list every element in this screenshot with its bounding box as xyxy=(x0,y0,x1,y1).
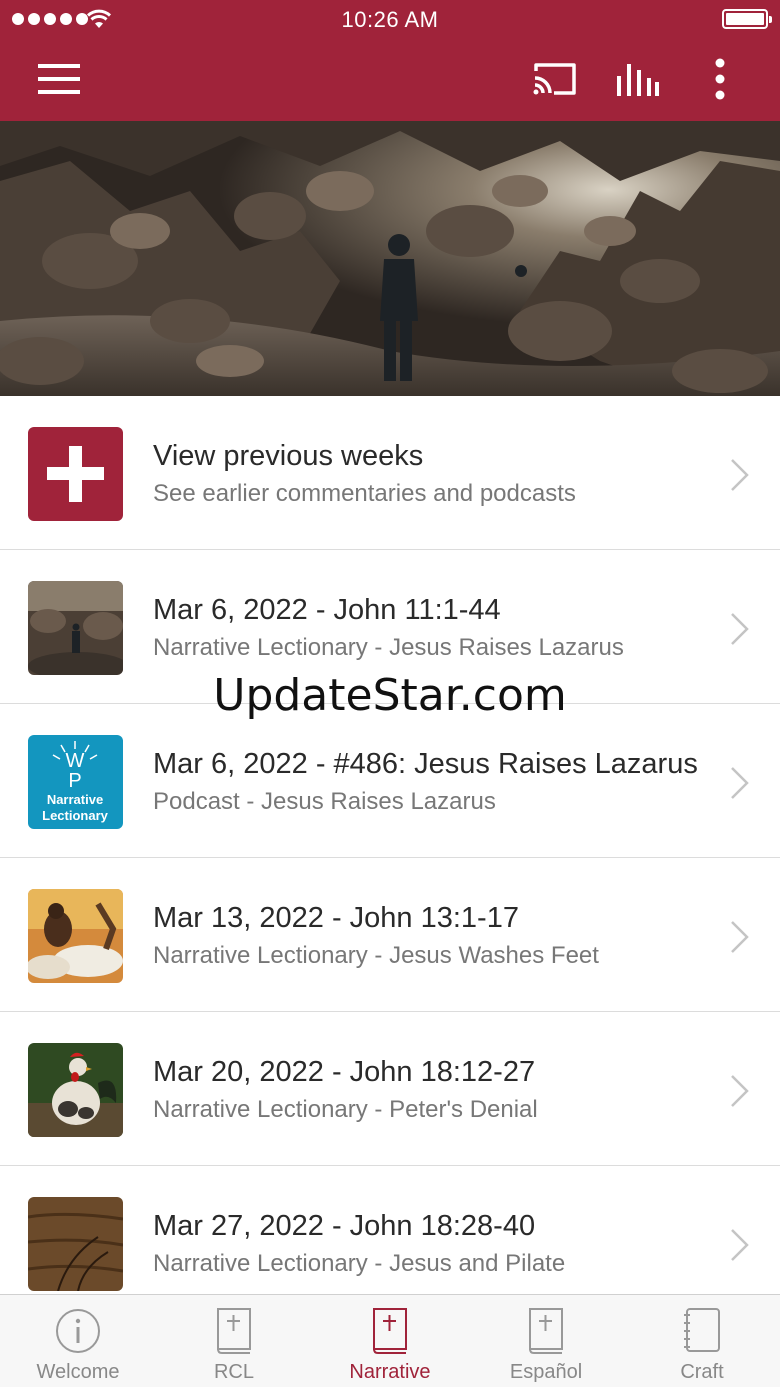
bottom-tab-bar: Welcome RCL Narrative Español Craft xyxy=(0,1294,780,1387)
wood-thumbnail xyxy=(28,1197,123,1291)
chevron-right-icon xyxy=(731,921,749,953)
tab-label: Welcome xyxy=(36,1361,120,1383)
list-item-title: Mar 6, 2022 - John 11:1-44 xyxy=(153,594,501,626)
chevron-right-icon xyxy=(731,767,749,799)
chevron-right-icon xyxy=(731,459,749,491)
tab-label: Craft xyxy=(680,1361,724,1383)
tab-label: Español xyxy=(509,1361,583,1383)
list-item-title: Mar 27, 2022 - John 18:28-40 xyxy=(153,1210,536,1242)
list-item-title: Mar 6, 2022 - #486: Jesus Raises Lazarus xyxy=(153,748,698,780)
tab-craft[interactable]: Craft xyxy=(624,1295,780,1387)
tab-label: RCL xyxy=(213,1361,254,1383)
list-item-subtitle: Narrative Lectionary - Jesus and Pilate xyxy=(153,1250,566,1277)
cast-icon[interactable] xyxy=(532,61,578,97)
tab-rcl[interactable]: RCL xyxy=(156,1295,312,1387)
rooster-thumbnail xyxy=(28,1043,123,1137)
podcast-logo: W P Narrative Lectionary xyxy=(28,735,123,829)
book-cross-icon xyxy=(217,1308,251,1354)
app-header: 10:26 AM xyxy=(0,0,780,121)
notebook-icon xyxy=(684,1308,720,1352)
book-cross-icon xyxy=(373,1308,407,1354)
info-icon xyxy=(56,1309,100,1353)
status-bar: 10:26 AM xyxy=(0,0,780,40)
logo-line-lectionary: Lectionary xyxy=(42,808,109,823)
status-time: 10:26 AM xyxy=(341,7,439,32)
tab-espanol[interactable]: Español xyxy=(468,1295,624,1387)
equalizer-bars-icon[interactable] xyxy=(614,60,660,98)
tab-welcome[interactable]: Welcome xyxy=(0,1295,156,1387)
tab-narrative[interactable]: Narrative xyxy=(312,1295,468,1387)
chevron-right-icon xyxy=(731,613,749,645)
hamburger-icon[interactable] xyxy=(38,62,82,96)
logo-letter-w: W xyxy=(66,750,85,772)
list-item-podcast[interactable]: W P Narrative Lectionary Mar 6, 2022 - #… xyxy=(0,704,780,858)
tab-label: Narrative xyxy=(349,1361,431,1383)
more-vertical-icon[interactable] xyxy=(706,58,734,100)
battery-icon xyxy=(722,9,772,29)
list-item-subtitle: See earlier commentaries and podcasts xyxy=(153,480,576,507)
chevron-right-icon xyxy=(731,1075,749,1107)
list-item-title: Mar 13, 2022 - John 13:1-17 xyxy=(153,902,519,934)
logo-line-narrative: Narrative xyxy=(47,792,103,807)
painting-thumbnail xyxy=(28,889,123,983)
list-item-title: View previous weeks xyxy=(153,440,424,472)
list-item-subtitle: Narrative Lectionary - Jesus Raises Laza… xyxy=(153,634,624,661)
plus-icon xyxy=(28,427,123,521)
list-item-subtitle: Narrative Lectionary - Jesus Washes Feet xyxy=(153,942,599,969)
watermark-text: UpdateStar.com xyxy=(213,670,567,721)
hero-cave-image xyxy=(0,121,780,396)
cave-thumbnail xyxy=(28,581,123,675)
logo-letter-p: P xyxy=(68,770,81,792)
list-item-view-previous[interactable]: View previous weeks See earlier commenta… xyxy=(0,396,780,550)
list-item-commentary[interactable]: Mar 13, 2022 - John 13:1-17 Narrative Le… xyxy=(0,858,780,1012)
list-item-subtitle: Podcast - Jesus Raises Lazarus xyxy=(153,788,496,815)
chevron-right-icon xyxy=(731,1229,749,1261)
list-item-commentary[interactable]: Mar 20, 2022 - John 18:12-27 Narrative L… xyxy=(0,1012,780,1166)
list-item-title: Mar 20, 2022 - John 18:12-27 xyxy=(153,1056,536,1088)
book-cross-icon xyxy=(529,1308,563,1354)
list-item-subtitle: Narrative Lectionary - Peter's Denial xyxy=(153,1096,538,1123)
